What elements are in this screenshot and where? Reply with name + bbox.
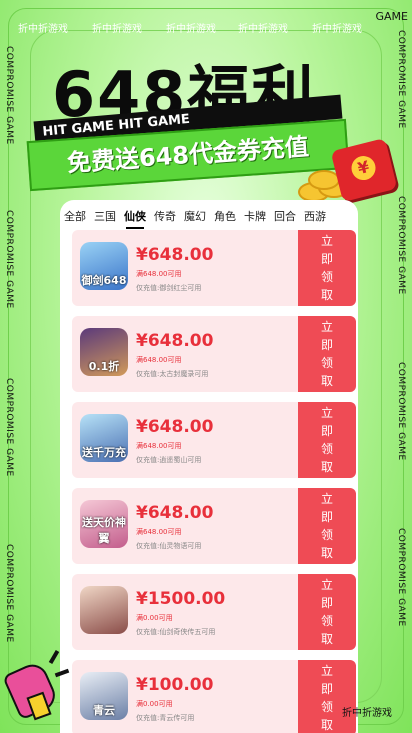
coupon-limit: 仅充值:逍遥蜀山可用 <box>136 456 202 464</box>
claim-button[interactable]: 立即领取 <box>298 316 356 392</box>
top-tag-3: 折中折游戏 <box>166 24 216 35</box>
tab-7[interactable]: 回合 <box>274 204 296 224</box>
tab-0[interactable]: 全部 <box>64 204 86 224</box>
game-icon: 0.1折 <box>80 328 128 376</box>
side-label-right-4: COMPROMISE GAME <box>396 528 406 627</box>
category-tabs: 全部 三国 仙侠 传奇 魔幻 角色 卡牌 回合 西游 <box>60 204 358 230</box>
coupon-condition: 满0.00可用 <box>136 700 173 708</box>
side-label-right-1: COMPROMISE GAME <box>396 30 406 129</box>
coupon-card: 青云 ¥100.00 满0.00可用仅充值:青云传可用 立即领取 <box>72 660 356 733</box>
claim-button-char: 取 <box>320 460 333 474</box>
top-tag-2: 折中折游戏 <box>92 24 142 35</box>
game-icon: 御剑648 <box>80 242 128 290</box>
side-label-left-1: COMPROMISE GAME <box>4 46 14 145</box>
coupon-card: 送千万充 ¥648.00 满648.00可用仅充值:逍遥蜀山可用 立即领取 <box>72 402 356 478</box>
claim-button-char: 取 <box>320 374 333 388</box>
bottom-tag: 折中折游戏 <box>342 708 392 719</box>
tab-6[interactable]: 卡牌 <box>244 204 266 224</box>
coupon-price: ¥648.00 <box>136 331 214 351</box>
side-label-right-3: COMPROMISE GAME <box>396 362 406 461</box>
coupon-price: ¥648.00 <box>136 503 214 523</box>
game-icon-caption: 御剑648 <box>81 274 127 287</box>
coupon-price: ¥100.00 <box>136 675 214 695</box>
coupon-panel: 全部 三国 仙侠 传奇 魔幻 角色 卡牌 回合 西游 御剑648 ¥648.00 满648.00可用… <box>60 200 358 733</box>
coupon-limit: 仅充值:太古封魔录可用 <box>136 370 209 378</box>
claim-button-char: 即 <box>320 252 333 266</box>
game-icon-caption: 0.1折 <box>88 360 120 373</box>
coupon-condition: 满0.00可用 <box>136 614 173 622</box>
claim-button-char: 即 <box>320 596 333 610</box>
tab-1[interactable]: 三国 <box>94 204 116 224</box>
game-icon-caption: 送天价神翼 <box>82 516 126 545</box>
claim-button[interactable]: 立即领取 <box>298 574 356 650</box>
game-icon-caption: 青云 <box>93 704 115 717</box>
claim-button-char: 即 <box>320 338 333 352</box>
claim-button[interactable]: 立即领取 <box>298 230 356 306</box>
coupon-card: 御剑648 ¥648.00 满648.00可用仅充值:御剑红尘可用 立即领取 <box>72 230 356 306</box>
coupon-condition: 满648.00可用 <box>136 356 182 364</box>
coupon-card: ¥1500.00 满0.00可用仅充值:仙剑奇侠传五可用 立即领取 <box>72 574 356 650</box>
coupon-condition: 满648.00可用 <box>136 528 182 536</box>
coupon-limit: 仅充值:仙灵物语可用 <box>136 542 202 550</box>
claim-button[interactable]: 立即领取 <box>298 660 356 733</box>
top-tag-5: 折中折游戏 <box>312 24 362 35</box>
coupon-card: 送天价神翼 ¥648.00 满648.00可用仅充值:仙灵物语可用 立即领取 <box>72 488 356 564</box>
coupon-card: 0.1折 ¥648.00 满648.00可用仅充值:太古封魔录可用 立即领取 <box>72 316 356 392</box>
top-tag-1: 折中折游戏 <box>18 24 68 35</box>
claim-button-char: 立 <box>320 406 333 420</box>
claim-button-char: 取 <box>320 546 333 560</box>
claim-button-char: 立 <box>320 578 333 592</box>
coupon-limit: 仅充值:御剑红尘可用 <box>136 284 202 292</box>
tab-5[interactable]: 角色 <box>214 204 236 224</box>
claim-button-char: 立 <box>320 492 333 506</box>
coupon-price: ¥648.00 <box>136 417 214 437</box>
coupon-price: ¥1500.00 <box>136 589 226 609</box>
coupon-limit: 仅充值:仙剑奇侠传五可用 <box>136 628 216 636</box>
claim-button[interactable]: 立即领取 <box>298 402 356 478</box>
claim-button-char: 领 <box>320 270 333 284</box>
coupon-condition: 满648.00可用 <box>136 442 182 450</box>
game-icon: 送天价神翼 <box>80 500 128 548</box>
game-icon: 青云 <box>80 672 128 720</box>
claim-button-char: 取 <box>320 632 333 646</box>
claim-button-char: 领 <box>320 614 333 628</box>
side-label-left-4: COMPROMISE GAME <box>4 544 14 643</box>
claim-button-char: 立 <box>320 234 333 248</box>
game-icon <box>80 586 128 634</box>
coupon-price: ¥648.00 <box>136 245 214 265</box>
top-tag-4: 折中折游戏 <box>238 24 288 35</box>
side-label-left-2: COMPROMISE GAME <box>4 210 14 309</box>
claim-button-char: 即 <box>320 510 333 524</box>
claim-button-char: 领 <box>320 528 333 542</box>
claim-button-char: 即 <box>320 424 333 438</box>
claim-button-char: 立 <box>320 320 333 334</box>
claim-button-char: 即 <box>320 682 333 696</box>
corner-game-label: GAME <box>375 10 409 23</box>
claim-button-char: 领 <box>320 356 333 370</box>
game-icon-caption: 送千万充 <box>82 446 126 459</box>
tab-3[interactable]: 传奇 <box>154 204 176 224</box>
tab-8[interactable]: 西游 <box>304 204 326 224</box>
tab-4[interactable]: 魔幻 <box>184 204 206 224</box>
claim-button-char: 取 <box>320 288 333 302</box>
claim-button[interactable]: 立即领取 <box>298 488 356 564</box>
side-label-left-3: COMPROMISE GAME <box>4 378 14 477</box>
coupon-limit: 仅充值:青云传可用 <box>136 714 195 722</box>
claim-button-char: 立 <box>320 664 333 678</box>
claim-button-char: 领 <box>320 442 333 456</box>
side-label-right-2: COMPROMISE GAME <box>396 196 406 295</box>
game-icon: 送千万充 <box>80 414 128 462</box>
coupon-condition: 满648.00可用 <box>136 270 182 278</box>
tab-2[interactable]: 仙侠 <box>124 204 146 229</box>
megaphone-icon <box>2 648 70 722</box>
